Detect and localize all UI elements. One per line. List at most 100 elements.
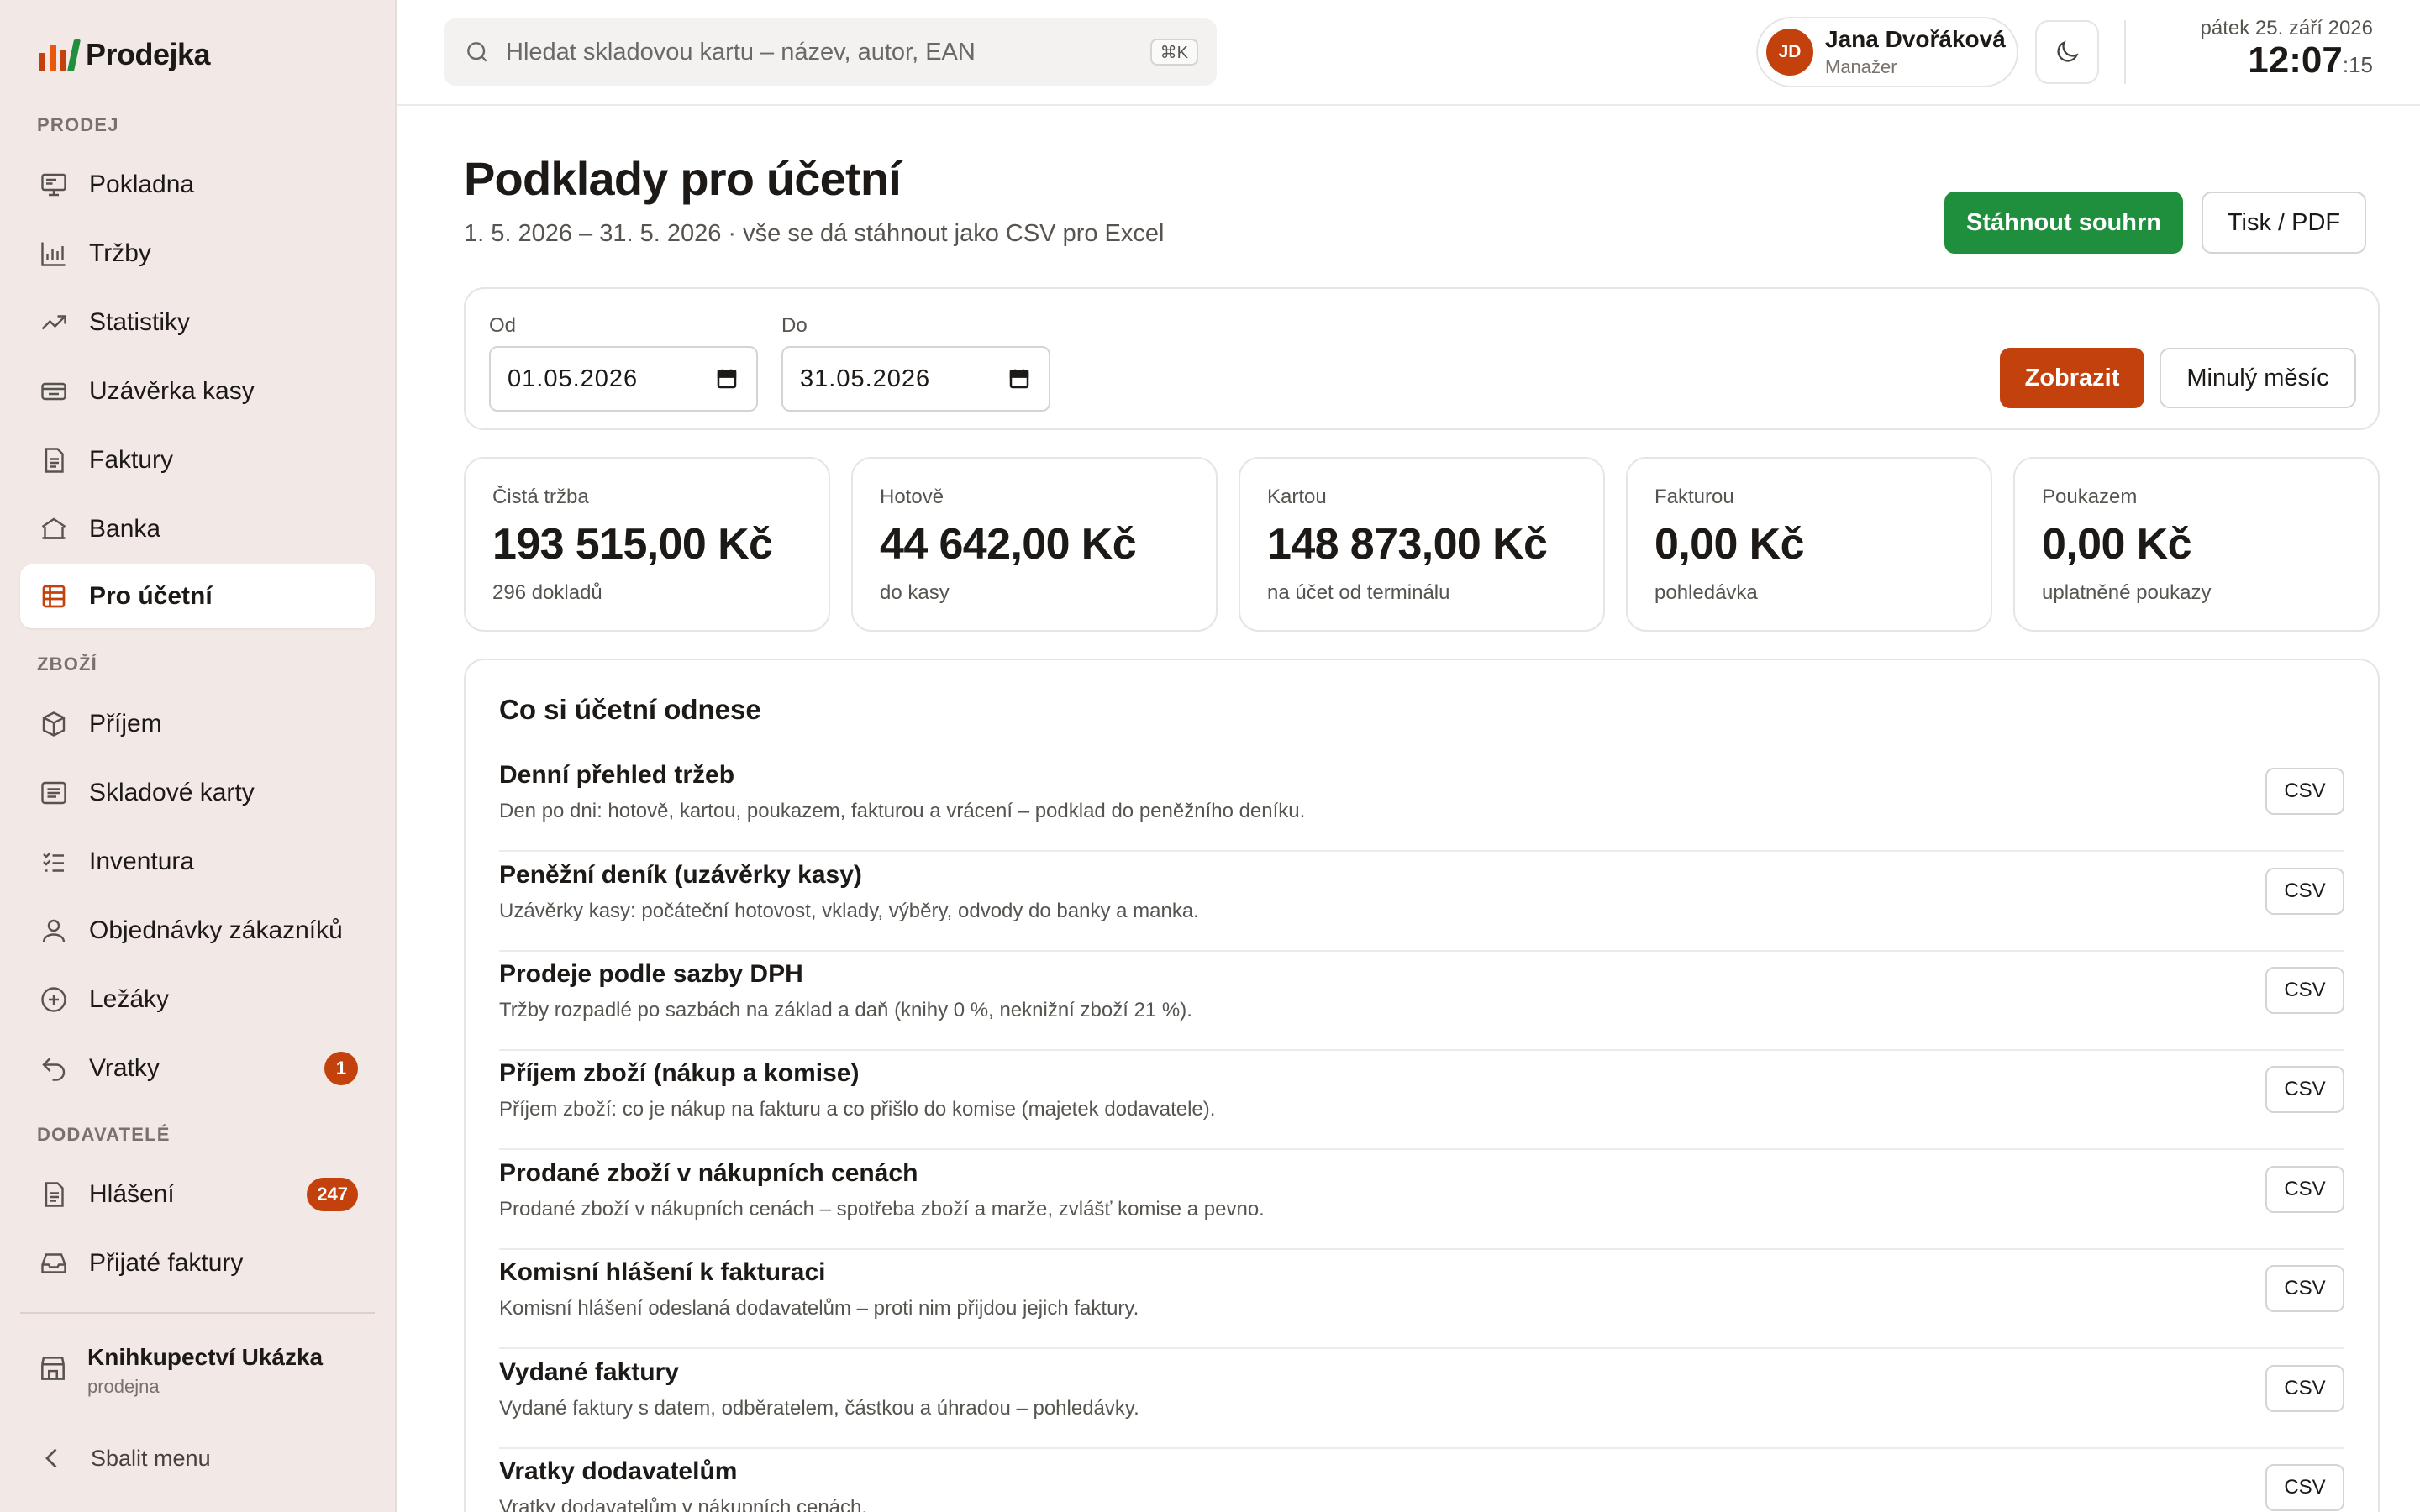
csv-download-button[interactable]: CSV [2265,1265,2344,1312]
vratky-count-badge: 1 [324,1052,358,1085]
export-row-description: Tržby rozpadlé po sazbách na základ a da… [499,999,1192,1021]
store-switcher[interactable]: Knihkupectví Ukázka prodejna [37,1344,323,1398]
kpi-card-card: Kartou 148 873,00 Kč na účet od terminál… [1239,457,1605,632]
export-row-title: Prodeje podle sazby DPH [499,960,803,988]
page-subtitle: 1. 5. 2026 – 31. 5. 2026 · vše se dá stá… [464,220,1165,247]
plus-circle-icon [37,983,71,1016]
sidebar-item-label: Ležáky [89,985,170,1013]
kpi-value: 0,00 Kč [2042,520,2192,569]
sidebar-item-label: Uzávěrka kasy [89,377,255,405]
sidebar-item-vratky[interactable]: Vratky 1 [20,1037,375,1100]
theme-toggle-button[interactable] [2035,20,2099,84]
show-button[interactable]: Zobrazit [2000,348,2144,408]
kpi-value: 0,00 Kč [1655,520,1805,569]
to-date-input[interactable]: 31.05.2026 [781,346,1050,412]
row-divider [499,1148,2344,1150]
export-row: Peněžní deník (uzávěrky kasy) Uzávěrky k… [499,853,2344,952]
sidebar-item-pokladna[interactable]: Pokladna [20,153,375,217]
sidebar-item-faktury[interactable]: Faktury [20,428,375,492]
csv-download-button[interactable]: CSV [2265,967,2344,1014]
to-date-label: Do [781,314,808,337]
to-date-value: 31.05.2026 [800,365,931,392]
document-icon [37,444,71,477]
export-row-description: Komisní hlášení odeslaná dodavatelům – p… [499,1297,1139,1320]
sidebar-item-lezaky[interactable]: Ležáky [20,968,375,1032]
kpi-card-net-revenue: Čistá tržba 193 515,00 Kč 296 dokladů [464,457,830,632]
sidebar-item-label: Vratky [89,1054,160,1082]
exports-title: Co si účetní odnese [499,694,761,725]
section-title-zbozi: ZBOŽÍ [37,654,97,675]
sidebar-item-trzby[interactable]: Tržby [20,222,375,286]
brand-name: Prodejka [86,37,211,71]
cash-drawer-icon [37,375,71,408]
csv-download-button[interactable]: CSV [2265,1365,2344,1412]
main-content: ⌘K JD Jana Dvořáková Manažer pátek 25. z… [397,0,2420,1512]
export-row-description: Vydané faktury s datem, odběratelem, čás… [499,1397,1139,1420]
export-row-description: Den po dni: hotově, kartou, poukazem, fa… [499,800,1306,822]
sidebar-item-hlaseni[interactable]: Hlášení 247 [20,1163,375,1226]
from-date-input[interactable]: 01.05.2026 [489,346,758,412]
kpi-value: 148 873,00 Kč [1267,520,1548,569]
calendar-icon[interactable] [1007,366,1032,391]
user-menu-button[interactable]: JD Jana Dvořáková Manažer [1756,17,2018,87]
export-row: Komisní hlášení k fakturaci Komisní hláš… [499,1250,2344,1349]
undo-icon [37,1052,71,1085]
export-row-description: Příjem zboží: co je nákup na fakturu a c… [499,1098,1216,1121]
csv-download-button[interactable]: CSV [2265,1066,2344,1113]
search-input[interactable] [506,38,1144,66]
export-row-title: Prodané zboží v nákupních cenách [499,1159,918,1187]
current-seconds: :15 [2342,52,2373,77]
csv-download-button[interactable]: CSV [2265,1166,2344,1213]
chevron-left-icon [45,1448,57,1468]
sidebar-item-uzaverka-kasy[interactable]: Uzávěrka kasy [20,360,375,423]
sidebar-item-label: Faktury [89,446,174,474]
csv-download-button[interactable]: CSV [2265,868,2344,915]
csv-download-button[interactable]: CSV [2265,1464,2344,1511]
kpi-sub: do kasy [880,581,950,604]
export-row-description: Vratky dodavatelům v nákupních cenách. [499,1496,868,1512]
list-card-icon [37,776,71,810]
exports-card: Co si účetní odnese Denní přehled tržeb … [464,659,2380,1512]
sidebar-item-skladove-karty[interactable]: Skladové karty [20,761,375,825]
store-type: prodejna [87,1376,160,1397]
bank-icon [37,512,71,546]
search-bar[interactable]: ⌘K [444,18,1217,86]
kpi-sub: pohledávka [1655,581,1758,604]
topbar: ⌘K JD Jana Dvořáková Manažer pátek 25. z… [397,0,2420,106]
sidebar-item-banka[interactable]: Banka [20,497,375,561]
sidebar-item-prijate-faktury[interactable]: Přijaté faktury [20,1231,375,1295]
collapse-menu-button[interactable]: Sbalit menu [37,1443,211,1473]
document-icon [37,1178,71,1211]
table-icon [37,580,71,613]
sidebar-item-statistiky[interactable]: Statistiky [20,291,375,354]
sidebar-item-prijem[interactable]: Příjem [20,692,375,756]
sidebar-item-label: Pro účetní [89,582,213,610]
sidebar-item-label: Přijaté faktury [89,1249,244,1277]
export-row-description: Uzávěrky kasy: počáteční hotovost, vklad… [499,900,1199,922]
kpi-sub: 296 dokladů [492,581,602,604]
from-date-value: 01.05.2026 [508,365,639,392]
calendar-icon[interactable] [714,366,739,391]
sidebar-item-pro-ucetni[interactable]: Pro účetní [20,564,375,628]
export-row-title: Denní přehled tržeb [499,761,735,789]
sidebar-item-inventura[interactable]: Inventura [20,830,375,894]
print-pdf-button[interactable]: Tisk / PDF [2202,192,2366,254]
previous-month-button[interactable]: Minulý měsíc [2160,348,2356,408]
kpi-label: Fakturou [1655,486,1734,508]
sidebar-item-label: Banka [89,515,161,543]
sidebar-item-objednavky-zakazniku[interactable]: Objednávky zákazníků [20,899,375,963]
export-row-title: Příjem zboží (nákup a komise) [499,1059,860,1087]
user-name: Jana Dvořáková [1825,26,2006,52]
bar-chart-icon [37,237,71,270]
brand[interactable]: Prodejka [39,37,211,72]
sidebar-item-label: Hlášení [89,1180,175,1208]
from-date-label: Od [489,314,517,337]
export-row: Denní přehled tržeb Den po dni: hotově, … [499,753,2344,852]
export-row: Prodané zboží v nákupních cenách Prodané… [499,1151,2344,1250]
csv-download-button[interactable]: CSV [2265,768,2344,815]
export-row-title: Vydané faktury [499,1358,679,1386]
kpi-label: Hotově [880,486,944,508]
download-summary-button[interactable]: Stáhnout souhrn [1944,192,2183,254]
kpi-card-cash: Hotově 44 642,00 Kč do kasy [851,457,1218,632]
kpi-label: Kartou [1267,486,1327,508]
